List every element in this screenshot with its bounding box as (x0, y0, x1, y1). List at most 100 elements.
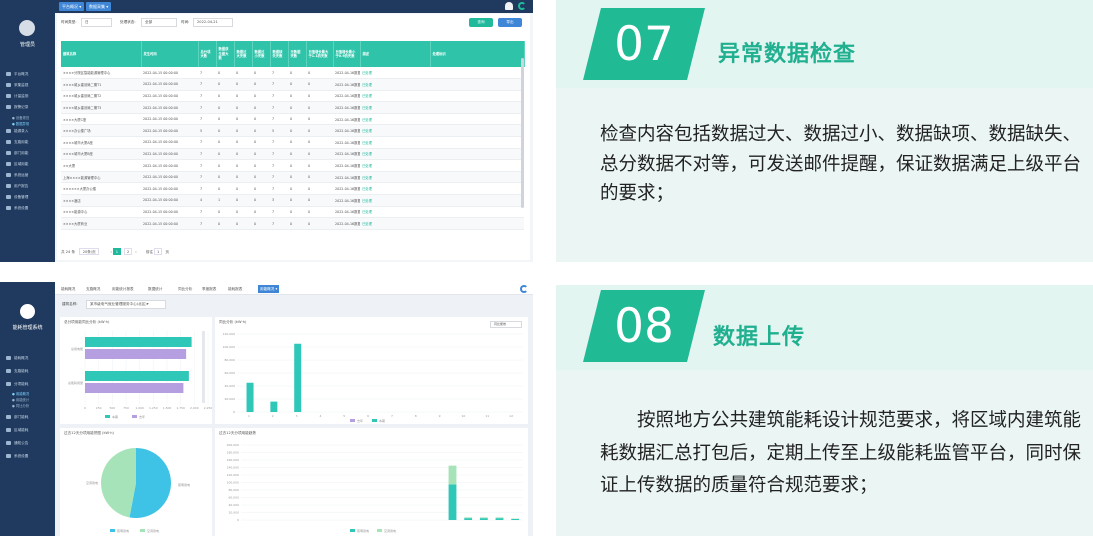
refresh-icon[interactable] (518, 2, 526, 10)
bar-本期[interactable] (294, 343, 302, 412)
sidebar-item-1[interactable]: 支路能耗 (6, 367, 28, 375)
building-select[interactable]: 某市级电气就业管理服务中心(北区)▾ (86, 300, 166, 309)
bar-照明用电[interactable] (464, 518, 473, 520)
query-button[interactable]: 查询 (469, 18, 493, 27)
bar-空调用电[interactable] (448, 465, 457, 485)
sidebar-item-6[interactable]: 系统设置 (6, 452, 28, 460)
sidebar-subitem-2[interactable]: ● 同比分析 (12, 403, 29, 408)
platform-button[interactable]: 平台概况 ▾ (59, 2, 85, 11)
table-cell: 0 (288, 67, 306, 80)
sidebar-item-7[interactable]: 区域用能 (6, 160, 28, 168)
bell-icon[interactable] (505, 2, 513, 10)
sidebar-item-4[interactable]: 能源录入 (6, 127, 28, 135)
bar-照明用电[interactable] (495, 518, 504, 520)
bar-空调用电[interactable] (479, 517, 488, 519)
sidebar-item-5[interactable]: 通知公告 (6, 439, 28, 447)
bar-空调用电[interactable] (464, 517, 473, 519)
table-cell: 2022-04-15 00:00:00 (141, 101, 198, 114)
export-button[interactable]: 导出 (498, 18, 522, 27)
sidebar-item-1[interactable]: 采集监视 (6, 81, 28, 89)
table-scrollbar[interactable] (521, 58, 524, 208)
tab-1[interactable]: 支路概况 (84, 285, 102, 293)
refresh-icon[interactable] (520, 285, 528, 293)
sidebar-item-label: 支路用能 (14, 140, 29, 144)
goto-input[interactable]: 1 (154, 248, 163, 255)
sidebar-item-0[interactable]: 平台概况 (6, 70, 28, 78)
handle-link[interactable]: 已处理 (360, 171, 430, 184)
sidebar-item-label: 能源录入 (14, 129, 29, 133)
sidebar-subitem-0[interactable]: ● 用能概况 (12, 391, 29, 396)
bar-本期[interactable] (246, 382, 254, 412)
time-type-select[interactable]: 日 (81, 18, 112, 27)
sidebar-item-4[interactable]: 区域能耗 (6, 426, 28, 434)
card-pie: 过去12天分项用能饼图 (kW·h) 空调用电 照明用电 照明用电 空调用电 (60, 428, 212, 536)
sidebar-item-3[interactable]: 部门能耗 (6, 413, 28, 421)
handle-link[interactable]: 已处理 (360, 194, 430, 207)
handle-link[interactable]: 已处理 (360, 101, 430, 114)
next-page-icon[interactable]: › (135, 250, 136, 254)
chart-scrollbar[interactable] (202, 331, 205, 403)
handle-link[interactable]: 已处理 (360, 182, 430, 196)
handle-link[interactable]: 已处理 (360, 206, 430, 219)
tab-4[interactable]: 同比分析 (176, 285, 194, 293)
page-1[interactable]: 1 (112, 248, 121, 255)
prev-page-icon[interactable]: ‹ (110, 250, 111, 254)
pie-slice-空调用电[interactable] (101, 448, 136, 518)
tab-3[interactable]: 数据统计 (146, 285, 164, 293)
handle-link[interactable]: 已处理 (360, 148, 430, 161)
handle-link[interactable]: 已处理 (360, 67, 430, 80)
table-cell: 0 (252, 148, 270, 161)
handle-link[interactable]: 已处理 (360, 78, 430, 91)
bar-本期[interactable] (85, 337, 192, 347)
table-row: ××××城市大厦B座 2022-04-15 00:00:00 7 0 0 0 7 0 0 2022… (61, 148, 524, 161)
handle-link[interactable]: 已处理 (360, 159, 430, 172)
bar-去年[interactable] (85, 383, 184, 393)
sidebar-item-3[interactable]: 报警记录 (6, 103, 28, 111)
bar-去年[interactable] (85, 349, 187, 359)
sidebar-item-8[interactable]: 系统运营 (6, 171, 28, 179)
sidebar-item-2[interactable]: 计量监测 (6, 92, 28, 100)
menu-icon (6, 162, 11, 166)
legend-label-prev: 去年 (139, 414, 145, 419)
bar-照明用电[interactable] (511, 518, 520, 520)
time-type-label: 时间类型: (61, 20, 77, 24)
x-tick-label: 7 (391, 414, 393, 418)
table-cell: 0 (288, 101, 306, 114)
sidebar-item-10[interactable]: 设备管理 (6, 193, 28, 201)
table-cell: 0 (306, 113, 333, 126)
bar-空调用电[interactable] (495, 517, 504, 519)
handle-link[interactable]: 已处理 (360, 217, 430, 230)
tab-2[interactable]: 用能统计报表 (110, 285, 136, 293)
tab-0[interactable]: 能耗概况 (59, 285, 77, 293)
handle-link[interactable]: 已处理 (360, 113, 430, 126)
sidebar-item-6[interactable]: 部门用能 (6, 149, 28, 157)
date-input[interactable]: 2022-04-21 (193, 18, 233, 27)
page-2[interactable]: 2 (124, 248, 133, 255)
bar-照明用电[interactable] (448, 484, 457, 520)
tab-5[interactable]: 季度报表 (200, 285, 218, 293)
status-select[interactable]: 全部 (141, 18, 177, 27)
x-tick-label: 11 (485, 414, 489, 418)
sidebar-item-2[interactable]: 分项能耗 (6, 380, 28, 388)
legend-label-now: 本期 (112, 414, 118, 419)
bar-本期[interactable] (85, 371, 189, 381)
tab-7[interactable]: 用能概况 ▾ (258, 285, 280, 293)
tab-6[interactable]: 能耗报表 (226, 285, 244, 293)
section-08-body: 按照地方公共建筑能耗设计规范要求，将区域内建筑能耗数据汇总打包后，定期上传至上级… (600, 410, 1082, 496)
handle-link[interactable]: 已处理 (360, 124, 430, 138)
sidebar-subitem-0[interactable]: ● 设备规范 (12, 115, 29, 120)
sidebar-subitem-1[interactable]: ● 数据异常 (12, 121, 29, 126)
handle-link[interactable]: 已处理 (360, 90, 430, 103)
table-cell: 5 (198, 124, 216, 138)
legend-label-prev: 去年 (357, 418, 363, 423)
data-button[interactable]: 数据采集 ▾ (86, 2, 112, 11)
page-size-select[interactable]: 20条/页 (79, 248, 100, 255)
sidebar-item-0[interactable]: 能耗概况 (6, 354, 28, 362)
sidebar-item-11[interactable]: 系统设置 (6, 204, 28, 212)
sidebar-subitem-1[interactable]: ● 用能统计 (12, 397, 29, 402)
sidebar-item-5[interactable]: 支路用能 (6, 138, 28, 146)
handle-link[interactable]: 已处理 (360, 136, 430, 149)
bar-本期[interactable] (270, 401, 278, 412)
bar-照明用电[interactable] (479, 518, 488, 520)
sidebar-item-9[interactable]: 用户报告 (6, 182, 28, 190)
